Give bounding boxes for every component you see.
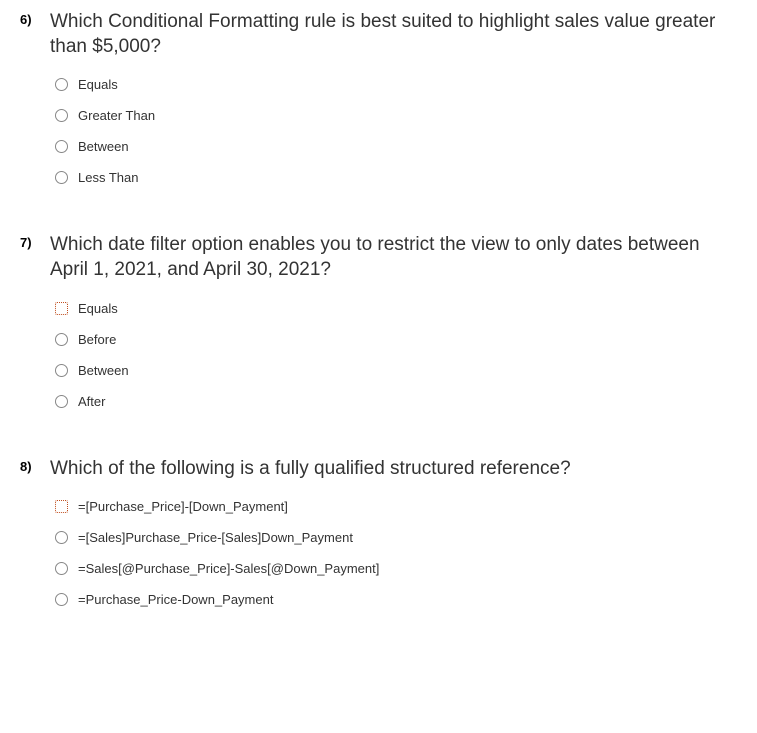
option-after[interactable]: After: [55, 394, 737, 409]
option-before[interactable]: Before: [55, 332, 737, 347]
options-list: Equals Before Between After: [55, 301, 737, 409]
option-between[interactable]: Between: [55, 363, 737, 378]
radio-icon: [55, 140, 68, 153]
option-label: Less Than: [78, 170, 138, 185]
option-sales-brackets[interactable]: =[Sales]Purchase_Price-[Sales]Down_Payme…: [55, 530, 737, 545]
radio-icon: [55, 593, 68, 606]
question-6: 6) Which Conditional Formatting rule is …: [20, 10, 737, 185]
option-label: After: [78, 394, 105, 409]
question-header: 8) Which of the following is a fully qua…: [20, 457, 737, 482]
radio-icon: [55, 500, 68, 513]
option-sales-at-reference[interactable]: =Sales[@Purchase_Price]-Sales[@Down_Paym…: [55, 561, 737, 576]
radio-icon: [55, 562, 68, 575]
option-equals[interactable]: Equals: [55, 301, 737, 316]
option-greater-than[interactable]: Greater Than: [55, 108, 737, 123]
option-plain-names[interactable]: =Purchase_Price-Down_Payment: [55, 592, 737, 607]
option-label: Before: [78, 332, 116, 347]
radio-icon: [55, 531, 68, 544]
radio-icon: [55, 395, 68, 408]
option-label: Equals: [78, 301, 118, 316]
question-text: Which of the following is a fully qualif…: [50, 457, 737, 482]
option-label: =Sales[@Purchase_Price]-Sales[@Down_Paym…: [78, 561, 379, 576]
radio-icon: [55, 333, 68, 346]
question-header: 7) Which date filter option enables you …: [20, 233, 737, 282]
options-list: Equals Greater Than Between Less Than: [55, 77, 737, 185]
options-list: =[Purchase_Price]-[Down_Payment] =[Sales…: [55, 499, 737, 607]
option-less-than[interactable]: Less Than: [55, 170, 737, 185]
radio-icon: [55, 302, 68, 315]
question-header: 6) Which Conditional Formatting rule is …: [20, 10, 737, 59]
question-text: Which date filter option enables you to …: [50, 233, 737, 282]
option-between[interactable]: Between: [55, 139, 737, 154]
radio-icon: [55, 171, 68, 184]
radio-icon: [55, 109, 68, 122]
option-label: Between: [78, 363, 129, 378]
option-label: =Purchase_Price-Down_Payment: [78, 592, 273, 607]
question-number: 7): [20, 235, 40, 250]
radio-icon: [55, 364, 68, 377]
option-label: =[Purchase_Price]-[Down_Payment]: [78, 499, 288, 514]
question-number: 8): [20, 459, 40, 474]
option-purchase-price-brackets[interactable]: =[Purchase_Price]-[Down_Payment]: [55, 499, 737, 514]
question-8: 8) Which of the following is a fully qua…: [20, 457, 737, 608]
question-number: 6): [20, 12, 40, 27]
option-label: Between: [78, 139, 129, 154]
radio-icon: [55, 78, 68, 91]
question-7: 7) Which date filter option enables you …: [20, 233, 737, 408]
option-label: =[Sales]Purchase_Price-[Sales]Down_Payme…: [78, 530, 353, 545]
option-label: Greater Than: [78, 108, 155, 123]
question-text: Which Conditional Formatting rule is bes…: [50, 10, 737, 59]
option-equals[interactable]: Equals: [55, 77, 737, 92]
option-label: Equals: [78, 77, 118, 92]
